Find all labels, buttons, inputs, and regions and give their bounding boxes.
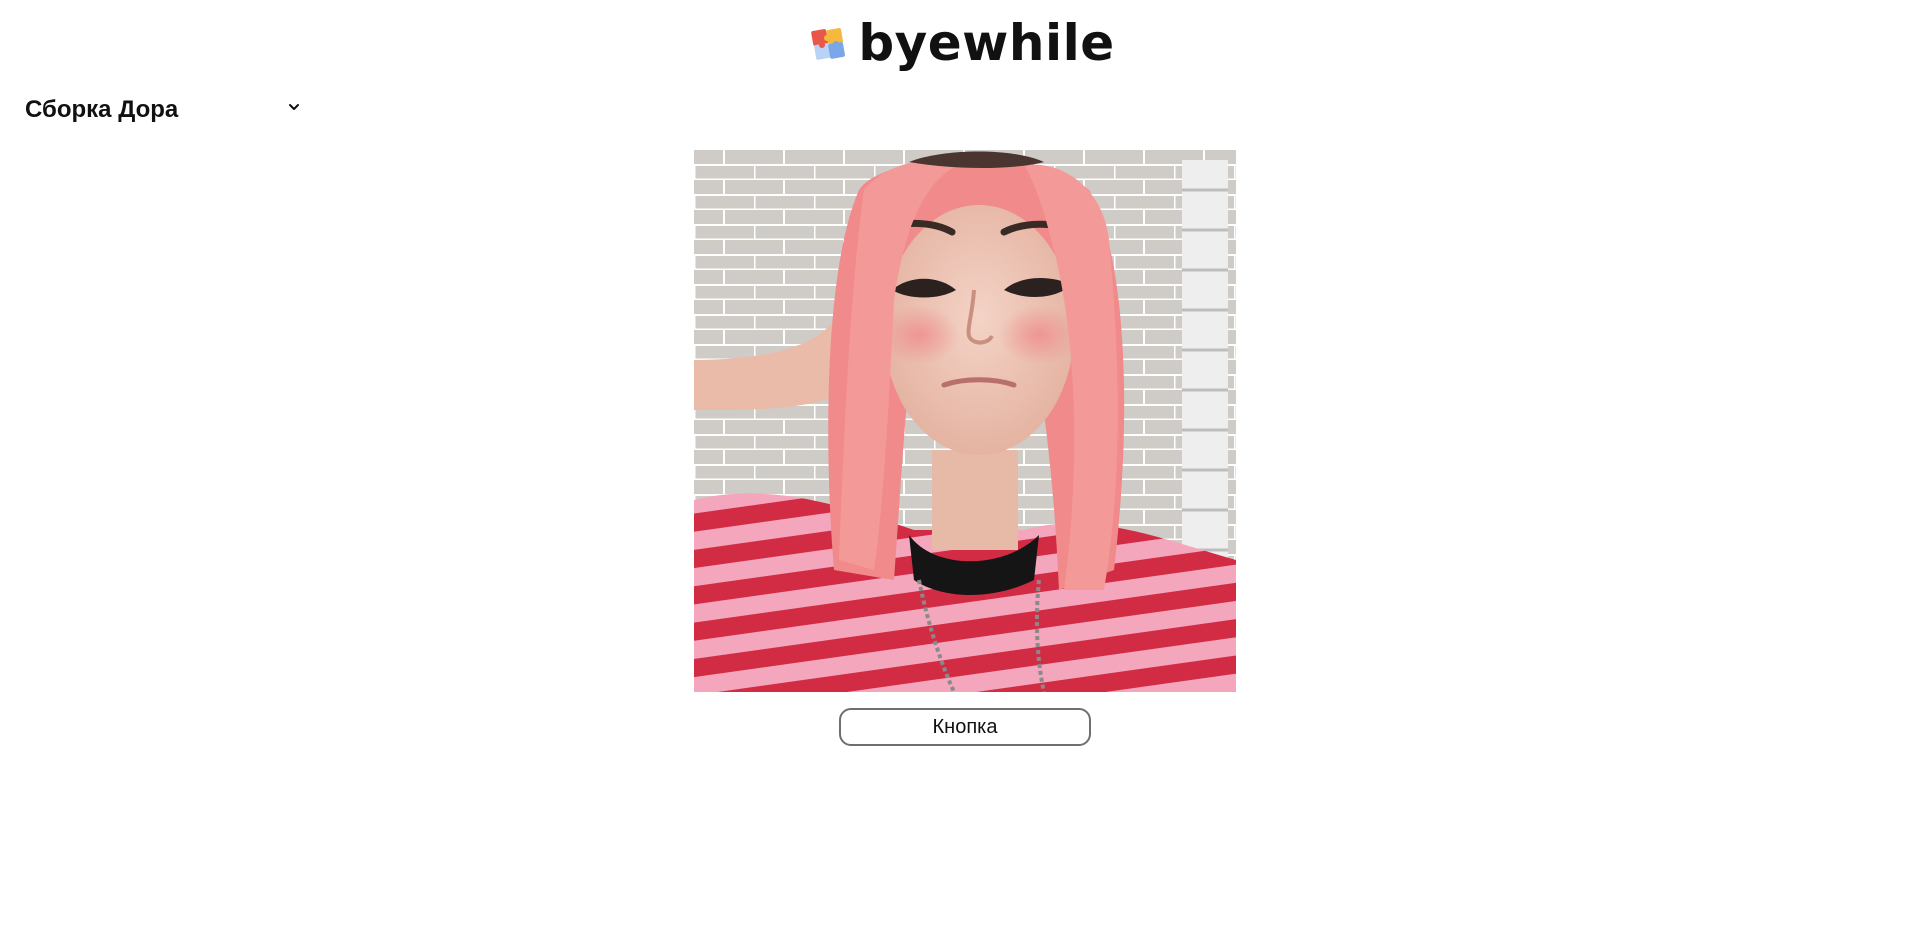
brand-logo[interactable]: byewhile — [810, 14, 1115, 72]
puzzle-piece-icon — [811, 28, 846, 60]
action-button[interactable]: Кнопка — [839, 708, 1091, 746]
collection-select[interactable]: Сборка Дора — [25, 96, 305, 124]
collection-select-value: Сборка Дора — [25, 96, 179, 123]
portrait-photo — [694, 150, 1236, 692]
header: byewhile — [0, 14, 1919, 76]
chevron-down-icon — [289, 104, 299, 110]
brand-name: byewhile — [858, 14, 1115, 72]
portrait-photo-image — [694, 150, 1236, 692]
page: byewhile Сборка Дора Кнопка — [0, 0, 1919, 942]
